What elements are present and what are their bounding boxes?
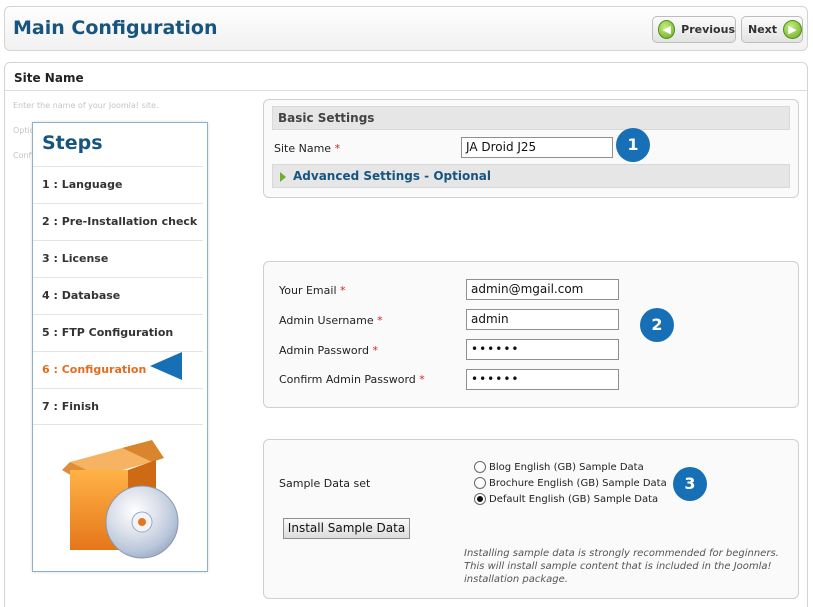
step-item-pre-installation-check[interactable]: 2 : Pre-Installation check [33, 203, 203, 240]
radio-button[interactable] [474, 461, 486, 473]
expand-arrow-icon [280, 172, 286, 182]
install-box-cd-icon [62, 440, 179, 559]
required-mark: * [377, 314, 383, 327]
admin-password-input[interactable]: •••••• [466, 339, 619, 360]
sample-option-label: Default English (GB) Sample Data [489, 493, 659, 505]
email-label: Your Email * [279, 284, 346, 297]
admin-password-label: Admin Password * [279, 344, 378, 357]
sample-option-brochure[interactable]: Brochure English (GB) Sample Data [474, 477, 667, 489]
required-mark: * [340, 284, 346, 297]
required-mark: * [372, 344, 378, 357]
site-name-label: Site Name * [274, 142, 341, 155]
sample-data-note: Installing sample data is strongly recom… [464, 548, 779, 585]
page-header: Main Configuration ◀ Previous Next ▶ [4, 6, 808, 51]
previous-button-label: Previous [681, 23, 735, 36]
step-badge-1: 1 [616, 128, 650, 162]
confirm-password-label: Confirm Admin Password * [279, 373, 425, 386]
section-title: Site Name [14, 71, 84, 85]
steps-title: Steps [42, 132, 103, 154]
next-button-label: Next [748, 23, 778, 36]
page-title: Main Configuration [13, 17, 218, 39]
radio-button[interactable] [474, 477, 486, 489]
step-badge-3: 3 [673, 467, 707, 501]
step-badge-2: 2 [640, 308, 674, 342]
email-input[interactable]: admin@mgail.com [466, 279, 619, 300]
step-item-license[interactable]: 3 : License [33, 240, 203, 277]
arrow-left-icon: ◀ [658, 20, 676, 39]
basic-settings-heading: Basic Settings [272, 106, 790, 130]
sample-option-blog[interactable]: Blog English (GB) Sample Data [474, 461, 644, 473]
sample-data-fieldset: Sample Data set Blog English (GB) Sample… [263, 439, 799, 599]
step-item-language[interactable]: 1 : Language [33, 166, 203, 203]
admin-settings-fieldset: Your Email * admin@mgail.com Admin Usern… [263, 261, 799, 408]
advanced-settings-toggle[interactable]: Advanced Settings - Optional [272, 164, 790, 188]
next-button[interactable]: Next ▶ [741, 16, 803, 43]
sample-option-default[interactable]: Default English (GB) Sample Data [474, 493, 658, 505]
install-sample-data-button[interactable]: Install Sample Data [283, 518, 410, 539]
site-name-input[interactable]: JA Droid J25 [461, 137, 613, 158]
steps-list: 1 : Language 2 : Pre-Installation check … [33, 166, 203, 425]
admin-username-label: Admin Username * [279, 314, 383, 327]
section-divider [5, 90, 807, 91]
active-step-pointer-icon [150, 352, 182, 380]
sample-option-label: Blog English (GB) Sample Data [489, 461, 644, 473]
sample-data-label: Sample Data set [279, 477, 371, 490]
sample-option-label: Brochure English (GB) Sample Data [489, 477, 667, 489]
radio-button-selected[interactable] [474, 493, 486, 505]
admin-username-input[interactable]: admin [466, 309, 619, 330]
previous-button[interactable]: ◀ Previous [652, 16, 736, 43]
required-mark: * [334, 142, 341, 155]
confirm-password-input[interactable]: •••••• [466, 369, 619, 390]
step-item-ftp-configuration[interactable]: 5 : FTP Configuration [33, 314, 203, 351]
help-paragraph: Enter the name of your Joomla! site. [13, 101, 159, 110]
step-item-database[interactable]: 4 : Database [33, 277, 203, 314]
step-item-finish[interactable]: 7 : Finish [33, 388, 203, 425]
arrow-right-icon: ▶ [783, 20, 802, 39]
required-mark: * [419, 373, 425, 386]
basic-settings-fieldset: Basic Settings Site Name * JA Droid J25 … [263, 99, 799, 198]
advanced-settings-label: Advanced Settings - Optional [293, 169, 491, 183]
